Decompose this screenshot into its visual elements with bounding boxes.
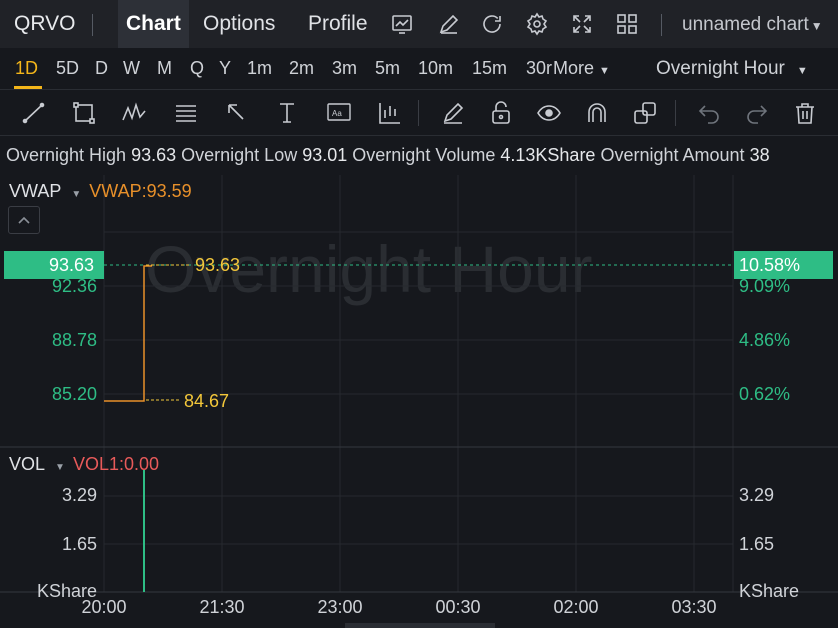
last-price-tag: 93.63 — [4, 251, 104, 279]
time-tick: 03:30 — [671, 597, 716, 617]
vwap-name: VWAP — [9, 181, 62, 201]
collapse-indicators-button[interactable] — [8, 206, 40, 234]
chevron-down-icon[interactable]: ▼ — [55, 462, 65, 473]
vwap-indicator-label[interactable]: VWAP ▼ VWAP:93.59 — [9, 181, 192, 202]
vol-name: VOL — [9, 454, 46, 474]
volume-unit: KShare — [739, 581, 799, 601]
volume-tick: 1.65 — [739, 534, 774, 554]
vol-indicator-label[interactable]: VOL ▼ VOL1:0.00 — [9, 454, 159, 475]
time-tick: 00:30 — [435, 597, 480, 617]
low-marker-label: 84.67 — [184, 391, 229, 411]
volume-tick: 3.29 — [62, 485, 97, 505]
volume-tick: 1.65 — [62, 534, 97, 554]
price-tick: 92.36 — [52, 276, 97, 296]
price-chart[interactable]: Overnight Hour 93.63 84.67 92.36 88.78 8… — [0, 0, 838, 628]
time-tick: 20:00 — [81, 597, 126, 617]
percent-tick: 9.09% — [739, 276, 790, 296]
chevron-up-icon — [18, 216, 30, 224]
percent-tick: 4.86% — [739, 330, 790, 350]
price-tick: 88.78 — [52, 330, 97, 350]
vwap-value: VWAP:93.59 — [89, 181, 192, 201]
vol-value: VOL1:0.00 — [72, 454, 159, 474]
time-tick: 02:00 — [553, 597, 598, 617]
time-tick: 21:30 — [199, 597, 244, 617]
volume-tick: 3.29 — [739, 485, 774, 505]
price-tick: 85.20 — [52, 384, 97, 404]
high-marker-label: 93.63 — [195, 255, 240, 275]
last-change-tag: 10.58% — [734, 251, 833, 279]
percent-tick: 0.62% — [739, 384, 790, 404]
time-scrollbar[interactable] — [345, 623, 495, 628]
chevron-down-icon[interactable]: ▼ — [71, 189, 81, 200]
time-tick: 23:00 — [317, 597, 362, 617]
